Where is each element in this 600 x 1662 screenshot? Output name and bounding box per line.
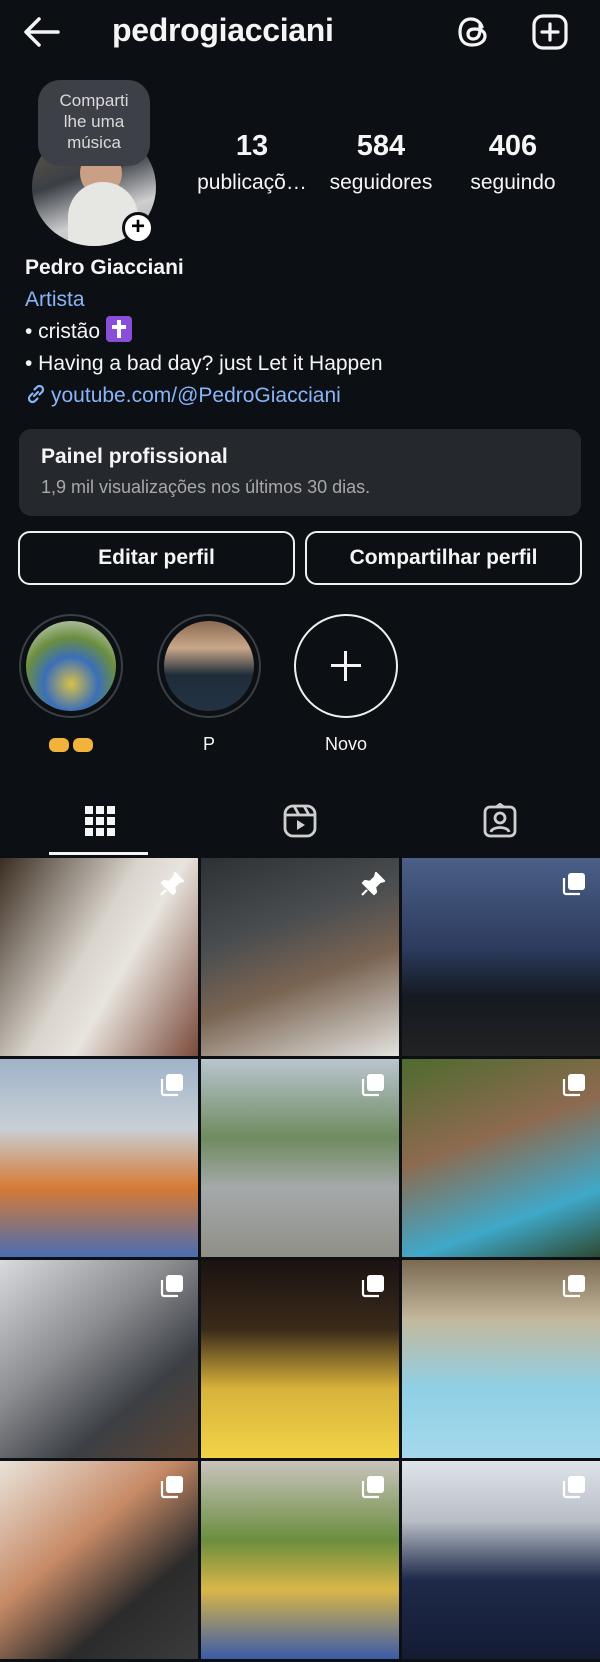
carousel-icon bbox=[158, 1473, 186, 1501]
active-tab-indicator bbox=[49, 852, 148, 855]
post-thumbnail[interactable] bbox=[402, 1260, 600, 1458]
panel-title: Painel profissional bbox=[41, 445, 228, 468]
add-story-plus-icon[interactable]: + bbox=[122, 212, 154, 244]
carousel-icon bbox=[359, 1473, 387, 1501]
carousel-icon bbox=[359, 1071, 387, 1099]
stat-followers[interactable]: 584 seguidores bbox=[320, 130, 442, 195]
music-bubble-line: lhe uma bbox=[63, 112, 125, 131]
carousel-icon bbox=[359, 1272, 387, 1300]
share-music-bubble[interactable]: Comparti lhe uma música bbox=[38, 80, 150, 166]
edit-profile-button[interactable]: Editar perfil bbox=[18, 531, 295, 585]
stat-posts[interactable]: 13 publicaçõ… bbox=[188, 130, 316, 195]
profile-name: Pedro Giacciani bbox=[25, 256, 184, 279]
highlight-ring bbox=[19, 614, 123, 718]
highlight-ring bbox=[294, 614, 398, 718]
bio-line-text: • cristão bbox=[25, 320, 101, 343]
plus-square-icon[interactable] bbox=[530, 12, 570, 52]
post-thumbnail[interactable] bbox=[402, 858, 600, 1056]
highlight-item[interactable] bbox=[16, 614, 126, 758]
carousel-icon bbox=[560, 1473, 588, 1501]
new-highlight-button[interactable]: Novo bbox=[291, 614, 401, 758]
bio-line: • cristão bbox=[25, 316, 383, 348]
tab-tagged[interactable] bbox=[400, 790, 600, 856]
stat-posts-label: publicaçõ… bbox=[197, 171, 307, 194]
stat-followers-label: seguidores bbox=[329, 171, 433, 194]
fist-bump-emoji-icon bbox=[49, 738, 69, 753]
share-profile-button[interactable]: Compartilhar perfil bbox=[305, 531, 582, 585]
music-bubble-line: música bbox=[67, 133, 121, 152]
carousel-icon bbox=[560, 1071, 588, 1099]
professional-dashboard[interactable]: Painel profissional 1,9 mil visualizaçõe… bbox=[19, 429, 581, 516]
highlight-cover bbox=[26, 621, 116, 711]
profile-link[interactable]: youtube.com/@PedroGiacciani bbox=[25, 380, 383, 412]
tab-reels[interactable] bbox=[200, 790, 400, 856]
highlight-item[interactable]: P bbox=[154, 614, 264, 758]
link-icon bbox=[25, 383, 47, 405]
profile-link-text: youtube.com/@PedroGiacciani bbox=[51, 384, 341, 407]
carousel-icon bbox=[560, 1272, 588, 1300]
post-thumbnail[interactable] bbox=[0, 1260, 198, 1458]
post-thumbnail[interactable] bbox=[0, 858, 198, 1056]
profile-category[interactable]: Artista bbox=[25, 284, 383, 316]
profile-tabs bbox=[0, 790, 600, 856]
plus-icon bbox=[331, 651, 361, 681]
bio-line: • Having a bad day? just Let it Happen bbox=[25, 352, 383, 375]
post-thumbnail[interactable] bbox=[201, 1059, 399, 1257]
carousel-icon bbox=[158, 1272, 186, 1300]
top-bar: pedrogiacciani bbox=[0, 0, 600, 64]
stat-posts-value: 13 bbox=[235, 130, 269, 162]
reels-icon bbox=[282, 803, 318, 844]
stat-following[interactable]: 406 seguindo bbox=[456, 130, 570, 195]
stat-followers-value: 584 bbox=[356, 130, 406, 162]
highlight-cover bbox=[164, 621, 254, 711]
post-thumbnail[interactable] bbox=[0, 1059, 198, 1257]
grid-icon bbox=[83, 804, 117, 843]
highlight-ring bbox=[157, 614, 261, 718]
post-thumbnail[interactable] bbox=[402, 1059, 600, 1257]
profile-bio: Pedro Giacciani Artista • cristão • Havi… bbox=[25, 252, 383, 412]
stat-following-value: 406 bbox=[488, 130, 538, 162]
highlight-label: P bbox=[202, 734, 215, 754]
cross-emoji-icon bbox=[105, 316, 132, 342]
music-bubble-line: Comparti bbox=[59, 91, 129, 110]
panel-subtitle: 1,9 mil visualizações nos últimos 30 dia… bbox=[41, 477, 371, 497]
highlight-label: Novo bbox=[324, 734, 368, 754]
post-thumbnail[interactable] bbox=[201, 1461, 399, 1659]
arrow-left-icon[interactable] bbox=[22, 14, 62, 50]
tab-posts-grid[interactable] bbox=[0, 790, 200, 856]
profile-username: pedrogiacciani bbox=[112, 12, 334, 48]
highlight-label bbox=[16, 734, 126, 758]
post-thumbnail[interactable] bbox=[402, 1461, 600, 1659]
carousel-icon bbox=[158, 1071, 186, 1099]
post-thumbnail[interactable] bbox=[0, 1461, 198, 1659]
pin-icon bbox=[158, 870, 186, 898]
post-thumbnail[interactable] bbox=[201, 1260, 399, 1458]
stat-following-label: seguindo bbox=[470, 171, 556, 194]
fist-bump-emoji-icon bbox=[73, 738, 93, 753]
threads-icon[interactable] bbox=[454, 12, 494, 52]
post-thumbnail[interactable] bbox=[201, 858, 399, 1056]
tagged-icon bbox=[482, 802, 518, 844]
carousel-icon bbox=[560, 870, 588, 898]
pin-icon bbox=[359, 870, 387, 898]
